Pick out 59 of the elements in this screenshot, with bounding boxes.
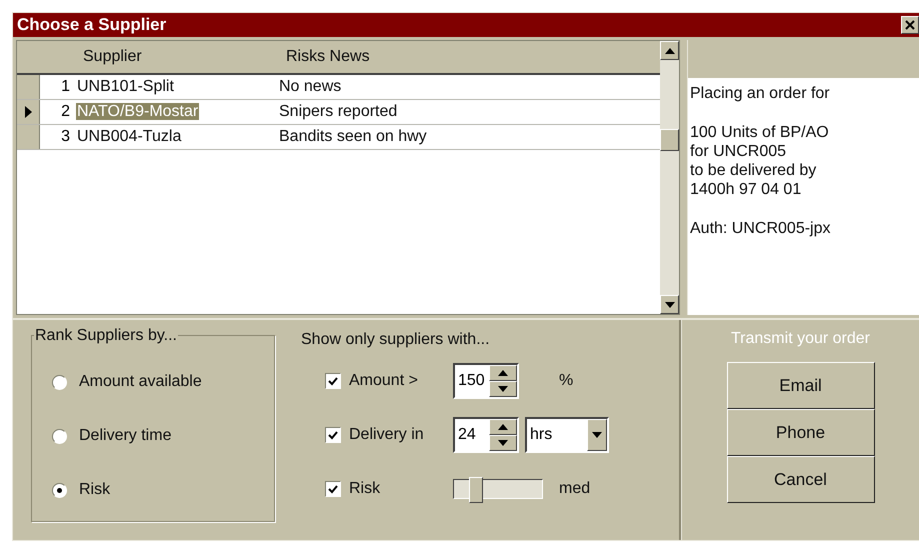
table-cell: Bandits seen on hwy (279, 128, 427, 146)
table-row[interactable]: 1 UNB101-Split No news (17, 75, 660, 100)
radio-label: Risk (79, 481, 110, 499)
close-button[interactable] (901, 16, 919, 34)
spin-buttons[interactable] (489, 419, 517, 451)
down-arrow-icon (498, 440, 508, 446)
checkbox[interactable] (325, 481, 341, 497)
filter-label: Risk (349, 480, 382, 498)
down-arrow-icon (664, 302, 674, 308)
radio-button[interactable] (52, 482, 67, 498)
table-row[interactable]: 3 UNB004-Tuzla Bandits seen on hwy (17, 125, 660, 150)
column-header: Supplier (83, 48, 143, 66)
table-cell: UNB101-Split (76, 78, 175, 95)
table-row[interactable]: 2 NATO/B9-Mostar Snipers reported (17, 100, 660, 125)
column-header: Risks News (286, 48, 371, 66)
check-icon (328, 376, 338, 386)
up-arrow-icon (498, 370, 508, 376)
spin-field[interactable]: 150 (453, 363, 519, 399)
up-arrow-icon (498, 424, 508, 430)
slider-reading: med (559, 480, 590, 498)
table-cell: NATO/B9-Mostar (76, 103, 200, 120)
row-pointer-icon (24, 106, 32, 118)
row-number: 2 (60, 103, 71, 121)
table-cell: Snipers reported (279, 103, 398, 121)
checkbox[interactable] (325, 373, 341, 389)
scrollbar[interactable] (660, 41, 679, 314)
filter-label: Delivery in (349, 426, 425, 444)
radio-label: Delivery time (79, 427, 172, 445)
summary-text: 100 Units of BP/AO for UNCR005 to be delivered by 1400h 97 04 01 (690, 123, 830, 199)
row-number: 1 (60, 78, 71, 96)
spin-field[interactable]: 24 (453, 417, 519, 453)
transmit-button[interactable]: Phone (726, 409, 874, 456)
radio-button[interactable] (52, 428, 67, 444)
scroll-thumb[interactable] (660, 129, 679, 151)
check-icon (328, 484, 338, 494)
transmit-title: Transmit your order (731, 330, 870, 348)
filter-title: Show only suppliers with... (301, 331, 491, 349)
spin-buttons[interactable] (489, 365, 517, 397)
slider-thumb[interactable] (469, 477, 483, 503)
transmit-button[interactable]: Cancel (726, 456, 874, 503)
filter-label: Amount > (349, 372, 419, 390)
row-number: 3 (60, 128, 71, 146)
unit-dropdown[interactable]: hrs (525, 417, 609, 453)
table-cell: UNB004-Tuzla (76, 128, 182, 145)
dropdown-arrow-icon (592, 432, 602, 438)
summary-text: Auth: UNCR005-jpx (690, 219, 832, 238)
close-icon (905, 20, 915, 30)
checkbox[interactable] (325, 427, 341, 443)
group-title: Rank Suppliers by... (34, 327, 178, 345)
radio-label: Amount available (79, 373, 202, 391)
up-arrow-icon (664, 48, 674, 54)
radio-button[interactable] (52, 374, 67, 390)
summary-text: Placing an order for (690, 84, 831, 103)
window-title: Choose a Supplier (17, 15, 166, 35)
down-arrow-icon (498, 386, 508, 392)
table-cell: No news (279, 78, 342, 96)
check-icon (328, 430, 338, 440)
unit-label: % (559, 372, 574, 390)
transmit-button[interactable]: Email (726, 362, 874, 409)
